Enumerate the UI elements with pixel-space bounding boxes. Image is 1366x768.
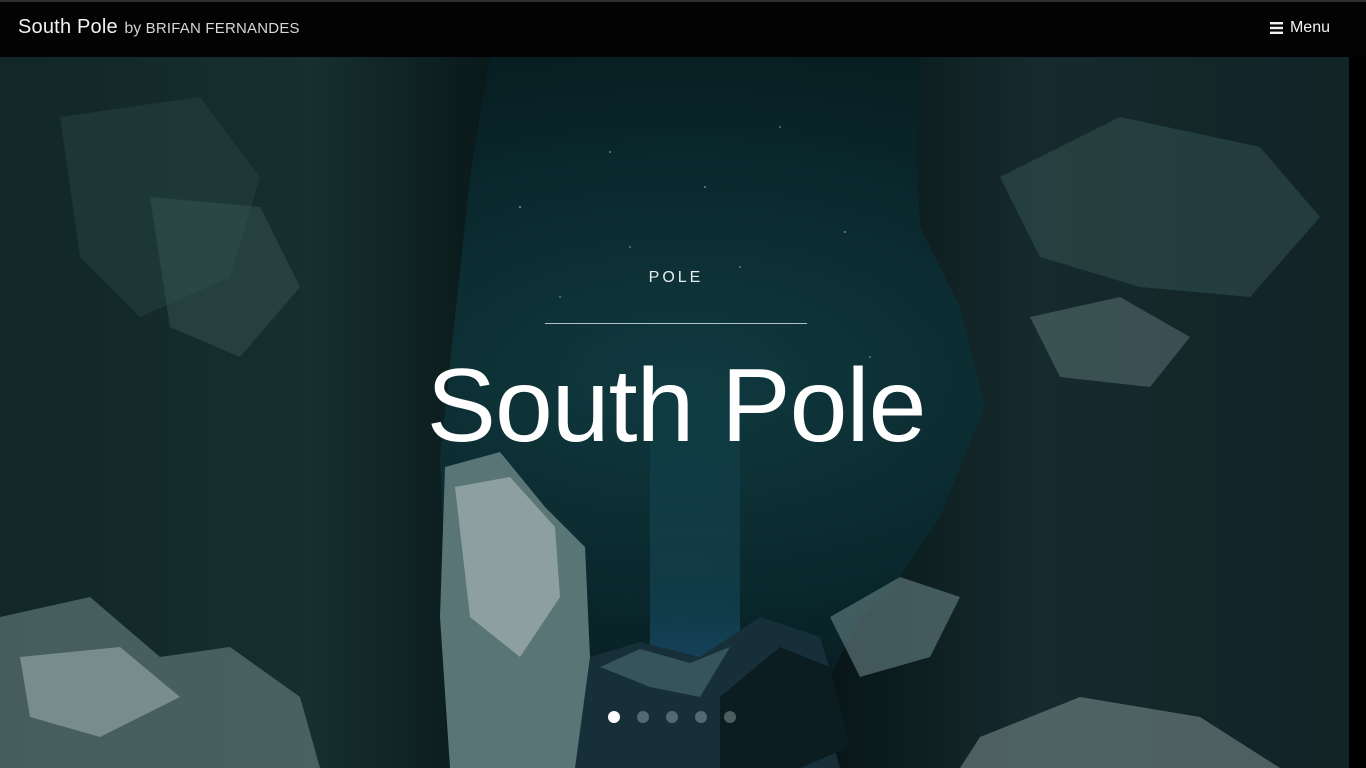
brand-author: BRIFAN FERNANDES bbox=[145, 20, 300, 37]
slider-dot-1[interactable] bbox=[608, 711, 620, 723]
menu-button[interactable]: Menu bbox=[1269, 19, 1330, 37]
slider-pagination bbox=[608, 711, 736, 723]
menu-label: Menu bbox=[1289, 19, 1330, 36]
hero-slider: POLE South Pole bbox=[0, 57, 1366, 768]
slider-dot-4[interactable] bbox=[695, 711, 707, 723]
hero-eyebrow: POLE bbox=[648, 269, 704, 286]
brand-logo-link[interactable]: South Pole by BRIFAN FERNANDES bbox=[18, 16, 300, 39]
slider-dot-2[interactable] bbox=[637, 711, 649, 723]
brand-name: South Pole bbox=[18, 16, 118, 38]
hamburger-icon bbox=[1269, 22, 1283, 34]
hero-divider bbox=[545, 323, 807, 324]
scrollbar-track[interactable] bbox=[1349, 57, 1366, 768]
hero-title: South Pole bbox=[426, 348, 927, 464]
slider-dot-5[interactable] bbox=[724, 711, 736, 723]
page: South Pole by BRIFAN FERNANDES Menu POLE… bbox=[0, 0, 1366, 768]
slider-dot-3[interactable] bbox=[666, 711, 678, 723]
brand-by-text: by bbox=[124, 20, 142, 37]
navbar: South Pole by BRIFAN FERNANDES Menu bbox=[0, 2, 1366, 57]
